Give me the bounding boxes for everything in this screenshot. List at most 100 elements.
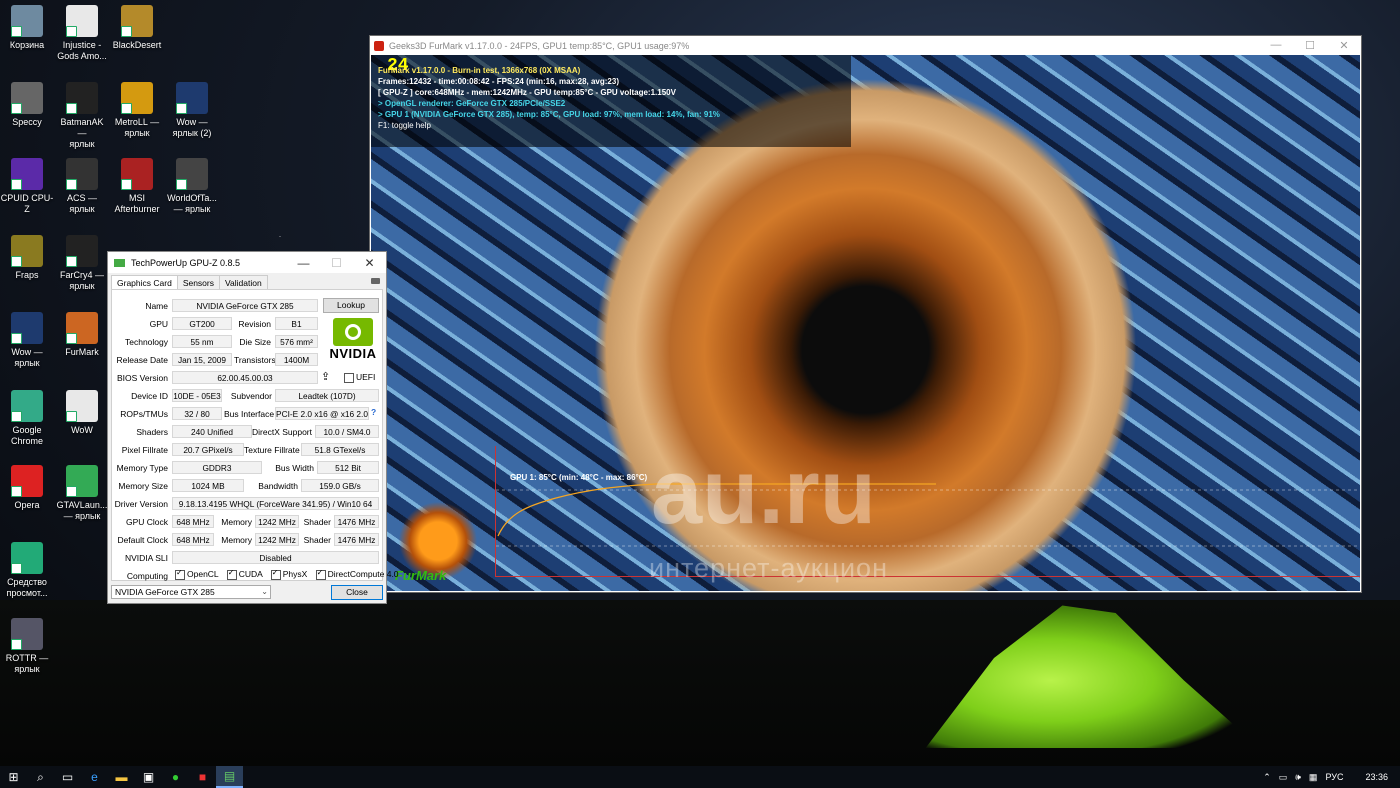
computing-label: Computing [126,571,168,581]
desktop-icon[interactable]: MSI Afterburner [110,158,164,215]
desktop-icon[interactable]: Wow — ярлык (2) [165,82,219,139]
desktop-icon[interactable]: Wow — ярлык [0,312,54,369]
sli-label: NVIDIA SLI [125,553,168,563]
task-view-icon[interactable]: ▭ [54,766,81,788]
share-icon[interactable]: ⇪ [321,370,330,383]
chevron-up-icon[interactable]: ⌃ [1259,772,1275,783]
physx-checkbox [270,568,281,580]
maximize-icon[interactable]: ☐ [320,256,353,270]
desktop-icon[interactable]: Корзина [0,5,54,51]
texture-fillrate-label: Texture Fillrate [244,445,300,455]
desktop-icon-label: Средство просмот... [6,577,48,598]
app-icon [11,618,43,650]
clock[interactable]: 23:36 [1347,772,1400,782]
gpu-select-dropdown[interactable]: NVIDIA GeForce GTX 285 ⌄ [111,585,271,599]
tab-validation[interactable]: Validation [219,275,268,290]
help-icon[interactable]: ? [371,407,376,417]
desktop-icon-label: CPUID CPU-Z [0,193,54,214]
desktop-icon[interactable]: Opera [0,465,54,511]
desktop-icon[interactable]: CPUID CPU-Z [0,158,54,215]
chevron-down-icon[interactable]: ⌄ [261,586,268,598]
desktop-icon[interactable]: MetroLL — ярлык [110,82,164,139]
desktop-icon[interactable]: FarCry4 — ярлык [55,235,109,292]
tab-graphics-card[interactable]: Graphics Card [111,275,178,290]
revision-value: B1 [275,317,318,330]
desktop-icon-label: MetroLL — ярлык [114,117,160,138]
sli-value: Disabled [172,551,379,564]
minimize-icon[interactable]: — [287,256,320,270]
desktop-icon[interactable]: WorldOfTa... — ярлык [165,158,219,215]
desktop-icon[interactable]: Fraps [0,235,54,281]
subvendor-value: Leadtek (107D) [275,389,379,402]
camera-icon[interactable] [371,278,380,284]
network-icon[interactable]: ▭ [1275,772,1292,783]
start-icon[interactable]: ⊞ [0,766,27,788]
desktop-icon[interactable]: ACS — ярлык [55,158,109,215]
gpu-clock-value: 648 MHz [172,515,214,528]
desktop-icon[interactable]: ROTTR — ярлык [0,618,54,675]
desktop-icon[interactable]: BatmanAK — ярлык [55,82,109,150]
taskbar: ⊞ ⌕ ▭ e ▬ ▣ ● ■ ▤ ⌃ ▭ 🕪 ▦ РУС 23:36 [0,766,1400,788]
close-icon[interactable]: ✕ [353,256,386,270]
desktop-icon-label: WorldOfTa... — ярлык [167,193,217,214]
desktop-icon[interactable]: Google Chrome [0,390,54,447]
tab-sensors[interactable]: Sensors [176,275,220,290]
app-icon [176,82,208,114]
default-clock-label: Default Clock [117,535,168,545]
lookup-button[interactable]: Lookup [323,298,379,313]
close-icon[interactable]: ✕ [1327,39,1361,52]
directcompute-checkbox [315,568,326,580]
pixel-fillrate-value: 20.7 GPixel/s [172,443,244,456]
furmark-window[interactable]: Geeks3D FurMark v1.17.0.0 - 24FPS, GPU1 … [369,35,1362,593]
furmark-app-icon [374,40,384,51]
desktop-icon[interactable]: GTAVLaun... — ярлык [55,465,109,522]
desktop-icon[interactable]: FurMark [55,312,109,358]
bus-interface-label: Bus Interface [224,409,275,419]
desktop-icon-label: Корзина [9,40,45,50]
xbox-icon[interactable]: ● [162,766,189,788]
furmark-titlebar[interactable]: Geeks3D FurMark v1.17.0.0 - 24FPS, GPU1 … [370,36,1361,55]
minimize-icon[interactable]: — [1259,39,1293,52]
gpu-label: GPU [149,319,168,329]
system-tray: ⌃ ▭ 🕪 ▦ РУС 23:36 [1259,772,1400,783]
uefi-checkbox-box[interactable] [344,372,354,383]
maximize-icon[interactable]: ☐ [1293,39,1327,52]
default-clock-shader-value: 1476 MHz [334,533,379,546]
language-indicator[interactable]: РУС [1321,772,1347,782]
bios-label: BIOS Version [116,373,168,383]
explorer-icon[interactable]: ▬ [108,766,135,788]
search-icon[interactable]: ⌕ [27,766,54,788]
app-icon [11,542,43,574]
desktop-icon-label: Wow — ярлык (2) [172,117,212,138]
app-icon [121,82,153,114]
desktop-icon[interactable]: Средство просмот... [0,542,54,599]
cuda-checkbox [226,568,237,580]
desktop-icon[interactable]: WoW [55,390,109,436]
app-icon [66,5,98,37]
graphics-card-panel: Name NVIDIA GeForce GTX 285 Lookup GPU G… [111,289,399,581]
edge-icon[interactable]: e [81,766,108,788]
desktop-icon[interactable]: Injustice - Gods Amo... [55,5,109,62]
revision-label: Revision [238,319,271,329]
uefi-checkbox[interactable]: UEFI [344,372,375,383]
gpuz-titlebar[interactable]: TechPowerUp GPU-Z 0.8.5 — ☐ ✕ [108,252,386,273]
memory-size-value: 1024 MB [172,479,244,492]
desktop-icon[interactable]: Speccy [0,82,54,128]
bus-width-label: Bus Width [275,463,314,473]
ime-icon[interactable]: ▦ [1305,772,1322,783]
desktop-icon[interactable]: BlackDesert [110,5,164,51]
subvendor-label: Subvendor [230,391,272,401]
desktop-icon-label: Injustice - Gods Amo... [57,40,107,61]
gpuz-window[interactable]: TechPowerUp GPU-Z 0.8.5 — ☐ ✕ Graphics C… [107,251,399,604]
store-icon[interactable]: ▣ [135,766,162,788]
gpu-clock-memory-value: 1242 MHz [255,515,299,528]
volume-icon[interactable]: 🕪 [1291,772,1305,783]
gpuz-task-icon[interactable]: ▤ [216,766,243,788]
hud-line-gpuz: [ GPU-Z ] core:648MHz - mem:1242MHz - GP… [378,88,676,97]
desktop-icon-label: FurMark [65,347,99,357]
desktop-icon-label: Fraps [15,270,39,280]
furmark-task-icon[interactable]: ■ [189,766,216,788]
close-button[interactable]: Close [331,585,383,600]
rops-value: 32 / 80 [172,407,222,420]
temperature-curve [496,483,1360,547]
